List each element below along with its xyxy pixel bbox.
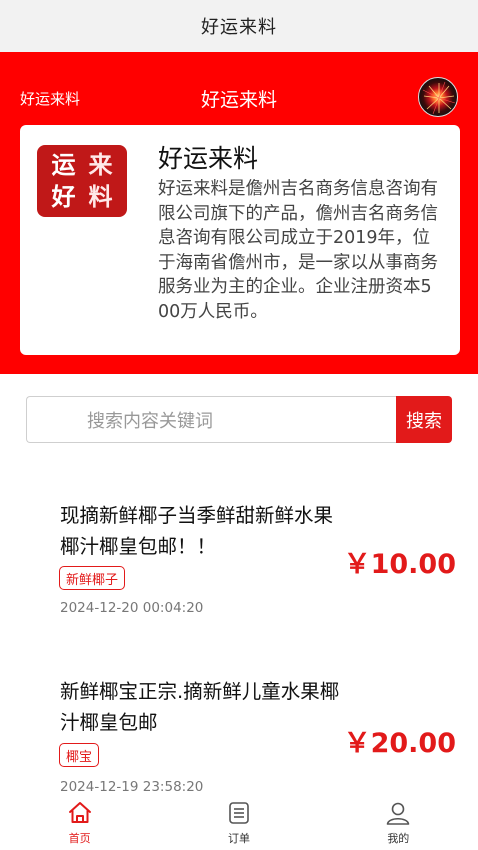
order-list-icon — [229, 802, 249, 824]
company-card: 运 来 好 料 好运来料 好运来料是儋州吉名商务信息咨询有限公司旗下的产品，儋州… — [20, 125, 460, 355]
fireworks-icon — [422, 81, 456, 115]
tab-orders[interactable]: 订单 — [159, 798, 318, 850]
company-description: 好运来料是儋州吉名商务信息咨询有限公司旗下的产品，儋州吉名商务信息咨询有限公司成… — [158, 179, 438, 322]
search-input[interactable]: 搜索内容关键词 — [26, 396, 396, 443]
tab-profile[interactable]: 我的 — [319, 798, 478, 850]
logo-char: 好 — [51, 182, 76, 211]
home-icon — [68, 802, 91, 823]
logo-char: 料 — [88, 182, 113, 211]
product-time: 2024-12-19 23:58:20 — [60, 779, 204, 795]
search-bar: 搜索内容关键词 搜索 — [26, 396, 452, 443]
logo-char: 来 — [88, 150, 113, 179]
tab-label: 首页 — [68, 832, 91, 845]
tab-label: 我的 — [387, 832, 410, 845]
logo-char: 运 — [51, 150, 76, 179]
product-tag: 椰宝 — [59, 743, 100, 767]
bottom-tab-bar: 首页 订单 我的 — [0, 798, 478, 850]
company-name: 好运来料 — [158, 144, 259, 173]
header-center-title: 好运来料 — [200, 89, 277, 111]
product-tag: 新鲜椰子 — [59, 566, 126, 590]
hero-banner: 好运来料 好运来料 运 来 好 料 好运来料 好运来料是儋州吉名商务信息咨询有限… — [0, 52, 478, 374]
product-price: ￥10.00 — [343, 549, 456, 580]
product-title[interactable]: 现摘新鲜椰子当季鲜甜新鲜水果椰汁椰皇包邮！！ — [60, 500, 350, 562]
company-logo: 运 来 好 料 — [37, 145, 127, 217]
avatar[interactable] — [418, 77, 458, 117]
tab-label: 订单 — [227, 832, 250, 845]
tab-home[interactable]: 首页 — [0, 798, 159, 850]
user-icon — [387, 802, 410, 825]
search-button[interactable]: 搜索 — [396, 396, 452, 443]
window-title: 好运来料 — [0, 0, 478, 52]
product-time: 2024-12-20 00:04:20 — [60, 600, 204, 616]
product-title[interactable]: 新鲜椰宝正宗.摘新鲜儿童水果椰汁椰皇包邮 — [60, 676, 350, 738]
product-price: ￥20.00 — [343, 728, 456, 759]
